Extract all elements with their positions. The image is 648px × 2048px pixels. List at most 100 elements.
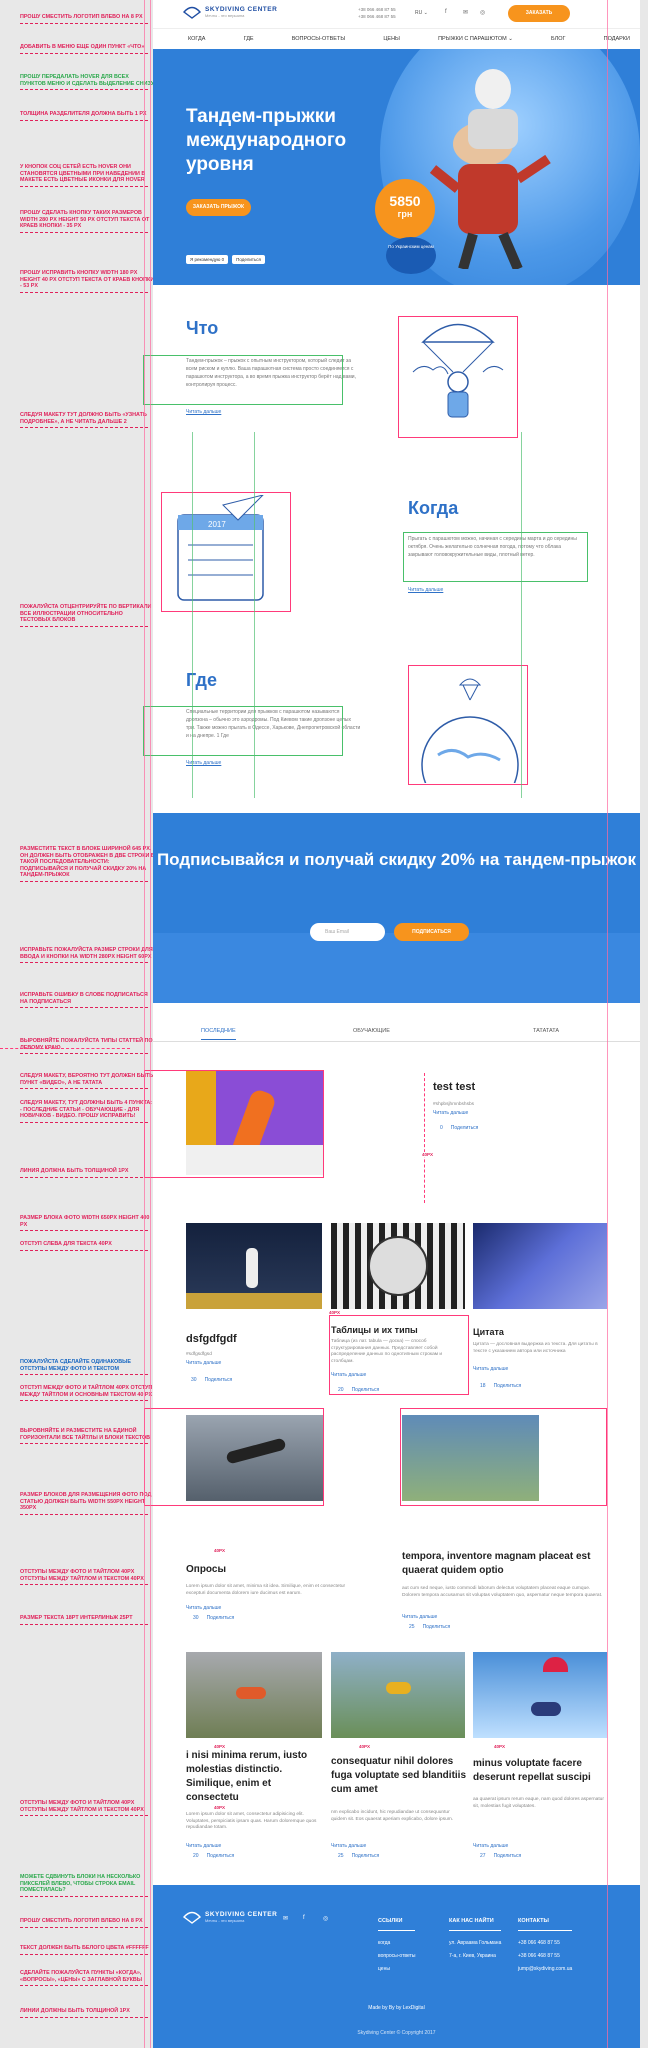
phone-2[interactable]: +38 066 468 87 55 bbox=[358, 13, 396, 20]
article-title-9[interactable]: minus voluptate facere deserunt repellat… bbox=[473, 1757, 613, 1785]
section-when-text: Прыгать с парашютом можно, начиная с сер… bbox=[408, 536, 577, 558]
review-note-line bbox=[20, 1230, 148, 1232]
menu-item[interactable]: Где bbox=[244, 36, 254, 42]
article-title-3[interactable]: Таблицы и их типы bbox=[331, 1323, 418, 1337]
email-input[interactable]: Ваш Email bbox=[310, 923, 385, 941]
review-note-line bbox=[20, 1400, 148, 1402]
article-stats-2: 30 Поделиться bbox=[191, 1377, 232, 1383]
views-count: 27 bbox=[480, 1853, 486, 1859]
menu-item[interactable]: блог bbox=[551, 36, 565, 42]
article-photo-7[interactable] bbox=[186, 1652, 322, 1738]
email-icon[interactable]: ✉ bbox=[283, 1915, 288, 1922]
copyright: Skydiving Center © Copyright 2017 bbox=[357, 2030, 436, 2036]
article-link-9[interactable]: Читать дальше bbox=[473, 1843, 508, 1849]
review-note-text: Прошу сместить логотип влево на 8 px bbox=[20, 14, 143, 20]
footer-link-prices[interactable]: цены bbox=[378, 1963, 415, 1976]
globe-illustration bbox=[421, 678, 519, 783]
tab-educational[interactable]: Обучающие bbox=[353, 1028, 390, 1034]
review-note-text: Отступ между фото и тайтлом 40px отступ … bbox=[20, 1385, 153, 1398]
spacing-tag: 40PX bbox=[213, 1744, 227, 1749]
subscribe-button[interactable]: ПОДПИСАТЬСЯ bbox=[394, 923, 469, 941]
vk-icon[interactable]: ✉ bbox=[463, 9, 468, 16]
section-what-link[interactable]: Читать дальше bbox=[186, 409, 221, 415]
article-link-2[interactable]: Читать дальше bbox=[186, 1360, 221, 1366]
article-link-4[interactable]: Читать дальше bbox=[473, 1366, 508, 1372]
article-link-1[interactable]: Читать дальше bbox=[433, 1110, 468, 1116]
article-photo-9[interactable] bbox=[473, 1652, 607, 1738]
share-link[interactable]: Поделиться bbox=[494, 1383, 522, 1389]
footer-phone-1[interactable]: +38 066 468 87 55 bbox=[518, 1937, 572, 1950]
language-select[interactable]: RU ⌄ bbox=[415, 10, 428, 16]
order-jump-button[interactable]: ЗАКАЗАТЬ ПРЫЖОК bbox=[186, 199, 251, 216]
share-link[interactable]: Поделиться bbox=[207, 1615, 235, 1621]
article-meta-1: #shpbsjhmnbshsbs bbox=[433, 1102, 475, 1107]
footer-link-faq[interactable]: вопросы-ответы bbox=[378, 1950, 415, 1963]
review-note: Толщина разделителя должна быть 1 px bbox=[20, 111, 155, 121]
article-link-6[interactable]: Читать дальше bbox=[402, 1614, 437, 1620]
review-note-text: Пожалуйста отцентрируйте по вертикали вс… bbox=[20, 604, 152, 624]
article-title-6[interactable]: tempora, inventore magnam placeat est qu… bbox=[402, 1550, 612, 1578]
menu-item[interactable]: цены bbox=[383, 36, 400, 42]
article-title-7[interactable]: i nisi minima rerum, iusto molestias dis… bbox=[186, 1749, 326, 1805]
share-link[interactable]: Поделиться bbox=[352, 1387, 380, 1393]
review-note-text: Прошу сделать кнопку таких размеров widt… bbox=[20, 210, 150, 230]
menu-item[interactable]: Когда bbox=[188, 36, 205, 42]
facebook-icon[interactable]: f bbox=[303, 1915, 305, 1921]
guide-line bbox=[144, 0, 145, 2048]
article-photo-4[interactable] bbox=[473, 1223, 607, 1309]
article-link-7[interactable]: Читать дальше bbox=[186, 1843, 221, 1849]
logo[interactable]: SKYDIVING CENTER Мечты - это вершина bbox=[183, 5, 277, 19]
article-text-7: Lorem ipsum dolor sit amet, consectetur … bbox=[186, 1812, 317, 1830]
article-photo-3[interactable] bbox=[331, 1223, 465, 1309]
facebook-icon[interactable]: f bbox=[445, 9, 447, 15]
share-link[interactable]: Поделиться bbox=[352, 1853, 380, 1859]
review-note-text: Добавить в меню еще один пункт «ЧТО» bbox=[20, 44, 145, 50]
article-photo-5[interactable] bbox=[186, 1415, 323, 1501]
article-text-3: Таблица (из лат. tabula — доска) — спосо… bbox=[331, 1339, 443, 1364]
tab-tatata[interactable]: Тататата bbox=[533, 1028, 559, 1034]
spacing-tag: 40PX bbox=[328, 1310, 342, 1315]
footer-email[interactable]: jump@skydiving.com.ua bbox=[518, 1963, 572, 1976]
review-note: Исправьте пожалуйста размер строки для в… bbox=[20, 947, 155, 964]
footer-logo[interactable]: SKYDIVING CENTER Мечты - это вершина bbox=[183, 1910, 277, 1924]
article-photo-1[interactable] bbox=[186, 1070, 323, 1175]
menu-item[interactable]: вопросы-ответы bbox=[292, 36, 345, 42]
article-photo-2[interactable] bbox=[186, 1223, 322, 1309]
article-title-8[interactable]: consequatur nihil dolores fuga voluptate… bbox=[331, 1755, 471, 1797]
footer-contacts: КОНТАКТЫ +38 066 468 87 55 +38 066 468 87 … bbox=[518, 1915, 573, 1976]
article-title-5[interactable]: Опросы bbox=[186, 1563, 226, 1577]
article-link-3[interactable]: Читать дальше bbox=[331, 1372, 366, 1378]
menu-item[interactable]: прыжки с парашютом ⌄ bbox=[438, 36, 513, 42]
share-link[interactable]: Поделиться bbox=[205, 1377, 233, 1383]
article-photo-6[interactable] bbox=[402, 1415, 539, 1501]
share-link[interactable]: Поделиться bbox=[207, 1853, 235, 1859]
footer-link-when[interactable]: когда bbox=[378, 1937, 415, 1950]
share-link[interactable]: Поделиться bbox=[494, 1853, 522, 1859]
main-menu: Когда Где вопросы-ответы цены прыжки с параш… bbox=[153, 29, 640, 49]
views-count: 25 bbox=[409, 1624, 415, 1630]
header-phones: +38 066 468 87 55 +38 066 468 87 55 bbox=[358, 6, 396, 20]
phone-1[interactable]: +38 066 468 87 55 bbox=[358, 6, 396, 13]
section-when-link[interactable]: Читать дальше bbox=[408, 587, 443, 593]
article-link-5[interactable]: Читать дальше bbox=[186, 1605, 221, 1611]
share-button[interactable]: Поделиться bbox=[232, 255, 265, 264]
like-button[interactable]: Я рекомендую 0 bbox=[186, 255, 229, 264]
footer-phone-2[interactable]: +38 066 468 87 55 bbox=[518, 1950, 572, 1963]
review-note-line bbox=[20, 1584, 148, 1586]
instagram-icon[interactable]: ◎ bbox=[480, 9, 485, 16]
review-note-line bbox=[20, 1374, 148, 1376]
article-link-8[interactable]: Читать дальше bbox=[331, 1843, 366, 1849]
share-link[interactable]: Поделиться bbox=[423, 1624, 451, 1630]
tab-latest[interactable]: Последние bbox=[201, 1028, 236, 1040]
article-title-4[interactable]: Цитата bbox=[473, 1325, 504, 1339]
subscribe-title: Подписывайся и получай скидку 20% на тан… bbox=[156, 850, 637, 869]
share-link[interactable]: Поделиться bbox=[451, 1125, 479, 1131]
order-call-button[interactable]: ЗАКАЗАТЬ bbox=[508, 5, 570, 22]
article-photo-8[interactable] bbox=[331, 1652, 465, 1738]
article-title-2[interactable]: dsfgdfgdf bbox=[186, 1332, 237, 1346]
review-note-text: Толщина разделителя должна быть 1 px bbox=[20, 111, 147, 117]
review-note: Прошу исправить кнопку width 180 px heig… bbox=[20, 270, 155, 293]
review-note-text: Сделайте пожалуйста пункты «Когда», «Воп… bbox=[20, 1970, 143, 1983]
instagram-icon[interactable]: ◎ bbox=[323, 1915, 328, 1922]
article-title-1[interactable]: test test bbox=[433, 1080, 475, 1094]
